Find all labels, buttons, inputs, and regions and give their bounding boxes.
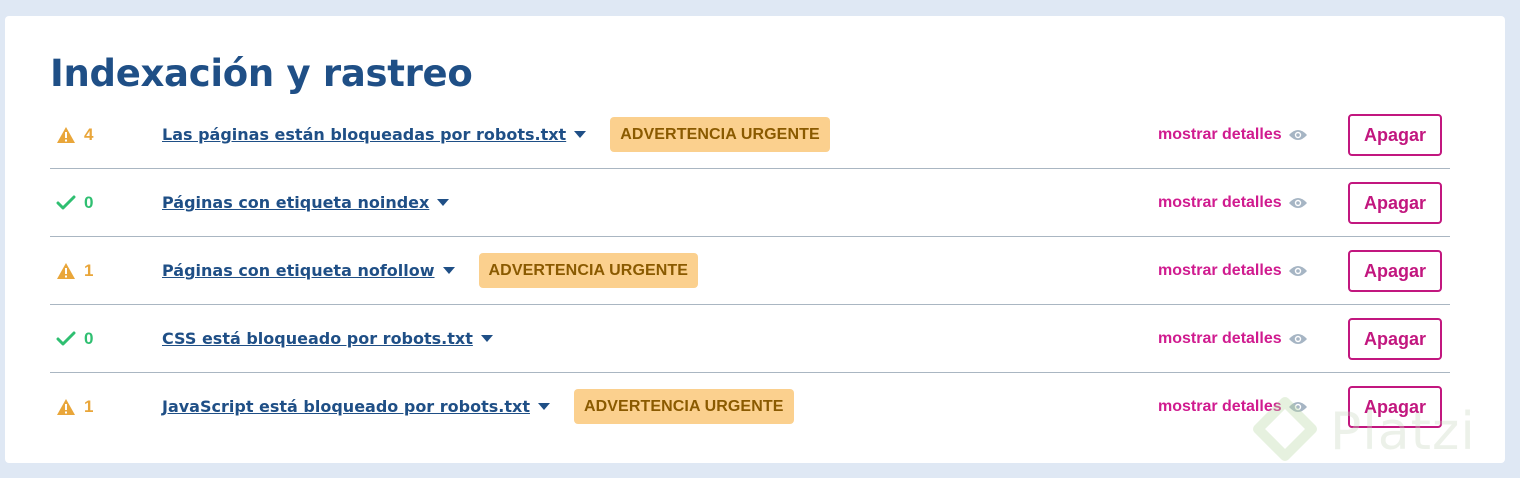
caret-down-icon[interactable] [480, 335, 493, 342]
issue-count: 0 [84, 192, 94, 212]
caret-down-icon[interactable] [574, 131, 587, 138]
caret-down-icon[interactable] [537, 403, 550, 410]
issue-count: 4 [84, 124, 94, 144]
issue: Páginas con etiqueta nofollow ADVERTENCI… [162, 237, 699, 304]
platzi-watermark: Platzi [1250, 392, 1476, 472]
issue-row: 0 CSS está bloqueado por robots.txt most… [50, 305, 1450, 373]
show-details-label: mostrar detalles [1158, 261, 1282, 279]
show-details-link[interactable]: mostrar detalles [1158, 305, 1308, 372]
status-indicator: 0 [56, 169, 93, 236]
show-details-label: mostrar detalles [1158, 193, 1282, 211]
show-details-link[interactable]: mostrar detalles [1158, 237, 1308, 304]
urgent-warning-badge: ADVERTENCIA URGENTE [610, 117, 830, 152]
checkmark-icon [56, 331, 76, 345]
eye-icon [1288, 333, 1307, 344]
issue-link[interactable]: Páginas con etiqueta nofollow [162, 261, 435, 280]
issue-row: 1 JavaScript está bloqueado por robots.t… [50, 373, 1450, 440]
show-details-link[interactable]: mostrar detalles [1158, 169, 1308, 236]
caret-down-icon[interactable] [442, 267, 455, 274]
urgent-warning-badge: ADVERTENCIA URGENTE [573, 389, 794, 424]
urgent-warning-badge: ADVERTENCIA URGENTE [478, 253, 699, 288]
show-details-label: mostrar detalles [1158, 125, 1282, 143]
issue-count: 0 [84, 328, 94, 348]
issue: Páginas con etiqueta noindex [162, 169, 450, 236]
issue-link[interactable]: Las páginas están bloqueadas por robots.… [162, 125, 566, 144]
issue-count: 1 [84, 396, 94, 416]
turn-off-button[interactable]: Apagar [1348, 318, 1442, 360]
eye-icon [1288, 265, 1307, 276]
issue-row: 4 Las páginas están bloqueadas por robot… [50, 101, 1450, 169]
issue-count: 1 [84, 260, 94, 280]
status-indicator: 0 [56, 305, 93, 372]
eye-icon [1288, 129, 1307, 140]
status-indicator: 1 [56, 373, 93, 440]
issue: CSS está bloqueado por robots.txt [162, 305, 493, 372]
warning-triangle-icon [57, 262, 75, 279]
issue-row: 1 Páginas con etiqueta nofollow ADVERTEN… [50, 237, 1450, 305]
caret-down-icon[interactable] [437, 199, 450, 206]
checkmark-icon [56, 195, 76, 209]
issue: Las páginas están bloqueadas por robots.… [162, 101, 830, 168]
show-details-label: mostrar detalles [1158, 329, 1282, 347]
status-indicator: 1 [56, 237, 93, 304]
platzi-logo-icon [1253, 397, 1317, 461]
issues-list: 4 Las páginas están bloqueadas por robot… [50, 101, 1450, 440]
issue-link[interactable]: JavaScript está bloqueado por robots.txt [162, 397, 530, 416]
issue-link[interactable]: CSS está bloqueado por robots.txt [162, 329, 473, 348]
warning-triangle-icon [57, 398, 75, 415]
warning-triangle-icon [57, 126, 75, 143]
watermark-text: Platzi [1330, 402, 1476, 462]
show-details-link[interactable]: mostrar detalles [1158, 101, 1308, 168]
issue: JavaScript está bloqueado por robots.txt… [162, 373, 794, 440]
turn-off-button[interactable]: Apagar [1348, 250, 1442, 292]
turn-off-button[interactable]: Apagar [1348, 182, 1442, 224]
turn-off-button[interactable]: Apagar [1348, 114, 1442, 156]
issue-link[interactable]: Páginas con etiqueta noindex [162, 193, 429, 212]
section-title: Indexación y rastreo [50, 52, 473, 95]
eye-icon [1288, 197, 1307, 208]
issue-row: 0 Páginas con etiqueta noindex mostrar d… [50, 169, 1450, 237]
status-indicator: 4 [56, 101, 93, 168]
